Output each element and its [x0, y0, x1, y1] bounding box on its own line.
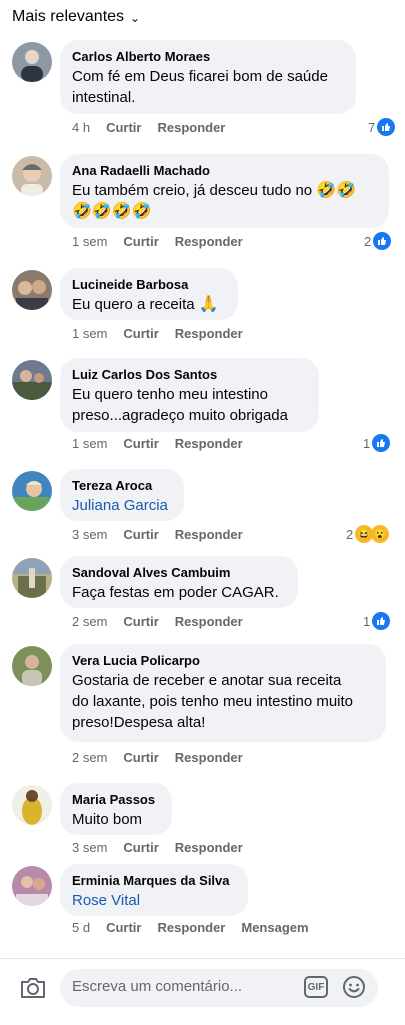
comment-text: Faça festas em poder CAGAR.: [72, 584, 279, 601]
comment-time[interactable]: 1 sem: [72, 326, 107, 341]
avatar[interactable]: [12, 42, 52, 82]
reply-button[interactable]: Responder: [175, 436, 243, 451]
comment-text: Com fé em Deus ficarei bom de saúde: [72, 68, 328, 85]
like-button[interactable]: Curtir: [123, 326, 158, 341]
comment-author[interactable]: Erminia Marques da Silva: [72, 872, 236, 890]
reaction-count[interactable]: 1: [363, 434, 391, 452]
avatar[interactable]: [12, 156, 52, 196]
comment-text: intestinal.: [72, 89, 136, 106]
like-button[interactable]: Curtir: [123, 234, 158, 249]
comment-bubble: Carlos Alberto Moraes Com fé em Deus fic…: [60, 40, 356, 114]
gif-button[interactable]: GIF: [304, 976, 328, 998]
reaction-number: 2: [346, 526, 354, 542]
comment-text: preso!Despesa alta!: [72, 714, 206, 731]
avatar[interactable]: [12, 785, 52, 825]
comment-bubble: Ana Radaelli Machado Eu também creio, já…: [60, 154, 389, 228]
comment-time[interactable]: 2 sem: [72, 614, 107, 629]
comment-bubble: Luiz Carlos Dos Santos Eu quero tenho me…: [60, 358, 319, 432]
comment-bubble: Lucineide Barbosa Eu quero a receita 🙏: [60, 268, 238, 320]
comment-time[interactable]: 3 sem: [72, 527, 107, 542]
comment-text: Eu quero a receita 🙏: [72, 294, 226, 315]
comment-text: Eu também creio, já desceu tudo no 🤣🤣: [72, 180, 377, 201]
folded-hands-emoji-icon: 🙏: [198, 296, 219, 313]
like-button[interactable]: Curtir: [123, 436, 158, 451]
wow-reaction-icon: 😮: [371, 525, 390, 543]
camera-icon[interactable]: [19, 975, 47, 1001]
comment-text-content: Eu também creio, já desceu tudo no: [72, 182, 313, 199]
rofl-emoji-icon: 🤣🤣: [316, 182, 357, 199]
comment-time[interactable]: 2 sem: [72, 750, 107, 765]
like-button[interactable]: Curtir: [123, 840, 158, 855]
reply-button[interactable]: Responder: [175, 750, 243, 765]
reply-button[interactable]: Responder: [175, 326, 243, 341]
reply-button[interactable]: Responder: [157, 920, 225, 935]
like-button[interactable]: Curtir: [123, 614, 158, 629]
comment-bubble: Vera Lucia Policarpo Gostaria de receber…: [60, 644, 386, 742]
sort-selector[interactable]: Mais relevantes ⌄: [12, 6, 140, 28]
like-button[interactable]: Curtir: [123, 750, 158, 765]
comment-author[interactable]: Lucineide Barbosa: [72, 276, 226, 294]
comment-text: preso...agradeço muito obrigada: [72, 407, 288, 424]
reply-button[interactable]: Responder: [175, 614, 243, 629]
reaction-number: 7: [368, 119, 376, 135]
comment-bubble: Tereza Aroca Juliana Garcia: [60, 469, 184, 521]
reaction-number: 1: [363, 435, 371, 451]
comment-bubble: Erminia Marques da Silva Rose Vital: [60, 864, 248, 916]
reaction-count[interactable]: 2 😆 😮: [346, 525, 390, 543]
avatar[interactable]: [12, 558, 52, 598]
avatar[interactable]: [12, 471, 52, 511]
comment-author[interactable]: Vera Lucia Policarpo: [72, 652, 374, 670]
comment-time[interactable]: 5 d: [72, 920, 90, 935]
avatar[interactable]: [12, 866, 52, 906]
comment-composer: Escreva um comentário... GIF: [0, 958, 405, 1025]
thumbs-up-icon: [372, 612, 391, 630]
comment-bubble: Maria Passos Muito bom: [60, 783, 172, 835]
comment-text: Eu quero tenho meu intestino: [72, 386, 268, 403]
avatar[interactable]: [12, 360, 52, 400]
reply-button[interactable]: Responder: [175, 840, 243, 855]
thumbs-up-icon: [377, 118, 396, 136]
comment-input[interactable]: Escreva um comentário... GIF: [60, 969, 378, 1007]
comment-text: do laxante, pois tenho meu intestino mui…: [72, 693, 354, 710]
avatar[interactable]: [12, 646, 52, 686]
comment-time[interactable]: 4 h: [72, 120, 90, 135]
reply-button[interactable]: Responder: [157, 120, 225, 135]
reaction-count[interactable]: 7: [368, 118, 396, 136]
mention-link[interactable]: Juliana Garcia: [72, 495, 172, 516]
thumbs-up-icon: [372, 434, 391, 452]
comment-text: Gostaria de receber e anotar sua receita: [72, 672, 342, 689]
comment-text: Muito bom: [72, 811, 143, 828]
reaction-number: 1: [363, 613, 371, 629]
emoji-icon[interactable]: [342, 975, 366, 999]
like-button[interactable]: Curtir: [106, 920, 141, 935]
like-button[interactable]: Curtir: [106, 120, 141, 135]
comment-author[interactable]: Tereza Aroca: [72, 477, 172, 495]
avatar[interactable]: [12, 270, 52, 310]
comment-author[interactable]: Sandoval Alves Cambuim: [72, 564, 286, 582]
reply-button[interactable]: Responder: [175, 527, 243, 542]
reply-button[interactable]: Responder: [175, 234, 243, 249]
comment-author[interactable]: Luiz Carlos Dos Santos: [72, 366, 307, 384]
comment-bubble: Sandoval Alves Cambuim Faça festas em po…: [60, 556, 298, 608]
reaction-number: 2: [364, 233, 372, 249]
comment-author[interactable]: Maria Passos: [72, 791, 160, 809]
like-button[interactable]: Curtir: [123, 527, 158, 542]
comment-text: 🤣🤣🤣🤣: [72, 201, 377, 222]
reaction-count[interactable]: 1: [363, 612, 391, 630]
mention-link[interactable]: Rose Vital: [72, 890, 236, 911]
comment-time[interactable]: 1 sem: [72, 436, 107, 451]
comment-time[interactable]: 1 sem: [72, 234, 107, 249]
comment-time[interactable]: 3 sem: [72, 840, 107, 855]
rofl-emoji-icon: 🤣🤣🤣🤣: [72, 203, 152, 220]
sort-label: Mais relevantes: [12, 8, 125, 25]
comment-author[interactable]: Carlos Alberto Moraes: [72, 48, 344, 66]
comment-text-content: Eu quero a receita: [72, 296, 195, 313]
chevron-down-icon: ⌄: [130, 11, 141, 25]
thumbs-up-icon: [373, 232, 392, 250]
comment-input-placeholder: Escreva um comentário...: [72, 978, 243, 995]
reaction-count[interactable]: 2: [364, 232, 392, 250]
message-button[interactable]: Mensagem: [241, 920, 308, 935]
comment-author[interactable]: Ana Radaelli Machado: [72, 162, 377, 180]
